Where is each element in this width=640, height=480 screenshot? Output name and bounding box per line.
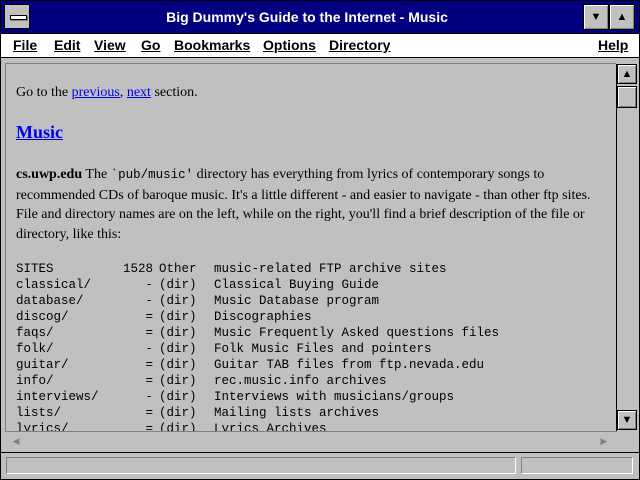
status-bar (1, 452, 639, 479)
listing-row: info/ = (dir) rec.music.info archives (16, 373, 499, 389)
menu-help[interactable]: Help (598, 37, 628, 53)
listing-type: (dir) (159, 374, 197, 388)
section-nav: Go to the previous, next section. (16, 85, 198, 101)
listing-description: Guitar TAB files from ftp.nevada.edu (214, 358, 485, 372)
arrow-right-icon: ▶ (600, 436, 608, 446)
window-title: Big Dummy's Guide to the Internet - Musi… (166, 9, 448, 25)
maximize-icon: ▲ (616, 11, 628, 23)
listing-size: - (145, 294, 153, 308)
scroll-thumb[interactable] (617, 86, 637, 108)
listing-description: rec.music.info archives (214, 374, 387, 388)
listing-type: (dir) (159, 310, 197, 324)
listing-size: = (145, 358, 153, 372)
system-menu-icon (10, 15, 27, 20)
listing-name: database/ (16, 294, 84, 308)
listing-type: (dir) (159, 390, 197, 404)
system-menu-button[interactable] (4, 4, 30, 29)
maximize-button[interactable]: ▲ (609, 4, 635, 30)
listing-name: discog/ (16, 310, 69, 324)
directory-path: `pub/music' (110, 168, 194, 182)
listing-size: - (145, 342, 153, 356)
document-view[interactable]: Go to the previous, next section. Music … (5, 63, 616, 432)
listing-type: (dir) (159, 406, 197, 420)
site-name: cs.uwp.edu (16, 167, 83, 182)
listing-row: folk/ - (dir) Folk Music Files and pointers (16, 341, 499, 357)
menu-directory[interactable]: Directory (329, 37, 390, 53)
listing-size: 1528 (122, 262, 153, 276)
listing-type: (dir) (159, 278, 197, 292)
listing-type: (dir) (159, 294, 197, 308)
listing-description: Music Database program (214, 294, 380, 308)
listing-row: classical/ - (dir) Classical Buying Guide (16, 277, 499, 293)
listing-description: Folk Music Files and pointers (214, 342, 432, 356)
vertical-scrollbar[interactable]: ▲ ▼ (616, 64, 637, 431)
menu-edit[interactable]: Edit (54, 37, 80, 53)
menu-go[interactable]: Go (141, 37, 160, 53)
menu-file[interactable]: File (13, 37, 37, 53)
listing-size: - (145, 390, 153, 404)
listing-size: = (145, 326, 153, 340)
arrow-down-icon: ▼ (621, 414, 633, 426)
listing-description: Classical Buying Guide (214, 278, 380, 292)
listing-name: guitar/ (16, 358, 69, 372)
listing-name: folk/ (16, 342, 54, 356)
listing-size: = (145, 374, 153, 388)
nav-suffix-text: section. (150, 85, 198, 100)
listing-description: Mailing lists archives (214, 406, 380, 420)
minimize-button[interactable]: ▼ (583, 4, 609, 30)
directory-listing: SITES 1528 Other music-related FTP archive … (16, 261, 499, 432)
listing-row: lists/ = (dir) Mailing lists archives (16, 405, 499, 421)
listing-name: SITES (16, 262, 54, 276)
listing-type: (dir) (159, 326, 197, 340)
listing-type: Other (159, 262, 197, 276)
horizontal-scrollbar[interactable]: ◀ ▶ (5, 431, 617, 450)
page-heading-link[interactable]: Music (16, 122, 63, 143)
nav-prefix-text: Go to the (16, 85, 72, 100)
scroll-left-button[interactable]: ◀ (7, 432, 25, 450)
listing-type: (dir) (159, 342, 197, 356)
nav-separator: , (119, 85, 127, 100)
listing-row: database/ - (dir) Music Database program (16, 293, 499, 309)
title-bar[interactable]: Big Dummy's Guide to the Internet - Musi… (1, 1, 639, 34)
arrow-left-icon: ◀ (12, 436, 20, 446)
listing-name: classical/ (16, 278, 92, 292)
listing-size: = (145, 310, 153, 324)
listing-description: Interviews with musicians/groups (214, 390, 455, 404)
scroll-down-button[interactable]: ▼ (617, 410, 637, 430)
listing-name: faqs/ (16, 326, 54, 340)
browser-window: Big Dummy's Guide to the Internet - Musi… (0, 0, 640, 480)
menu-bookmarks[interactable]: Bookmarks (174, 37, 250, 53)
listing-name: interviews/ (16, 390, 99, 404)
listing-type: (dir) (159, 358, 197, 372)
scroll-right-button[interactable]: ▶ (595, 432, 613, 450)
listing-row: discog/ = (dir) Discographies (16, 309, 499, 325)
listing-size: = (145, 406, 153, 420)
status-progress-field (521, 457, 633, 474)
status-message-field (6, 457, 516, 474)
listing-name: info/ (16, 374, 54, 388)
minimize-icon: ▼ (590, 11, 602, 23)
menu-bar: File Edit View Go Bookmarks Options Dire… (1, 34, 639, 58)
listing-name: lists/ (16, 406, 62, 420)
listing-description: music-related FTP archive sites (214, 262, 447, 276)
listing-row: SITES 1528 Other music-related FTP archive … (16, 261, 499, 277)
menu-view[interactable]: View (94, 37, 126, 53)
listing-row: faqs/ = (dir) Music Frequently Asked questi… (16, 325, 499, 341)
listing-size: - (145, 278, 153, 292)
listing-description: Music Frequently Asked questions files (214, 326, 500, 340)
listing-row: guitar/ = (dir) Guitar TAB files from ftp.n… (16, 357, 499, 373)
listing-row: interviews/ - (dir) Interviews with musicia… (16, 389, 499, 405)
listing-description: Discographies (214, 310, 312, 324)
arrow-up-icon: ▲ (621, 68, 633, 80)
scroll-up-button[interactable]: ▲ (617, 64, 637, 84)
next-link[interactable]: next (127, 85, 151, 100)
intro-paragraph: cs.uwp.edu The `pub/music' directory has… (16, 167, 591, 242)
menu-options[interactable]: Options (263, 37, 316, 53)
previous-link[interactable]: previous (72, 85, 120, 100)
